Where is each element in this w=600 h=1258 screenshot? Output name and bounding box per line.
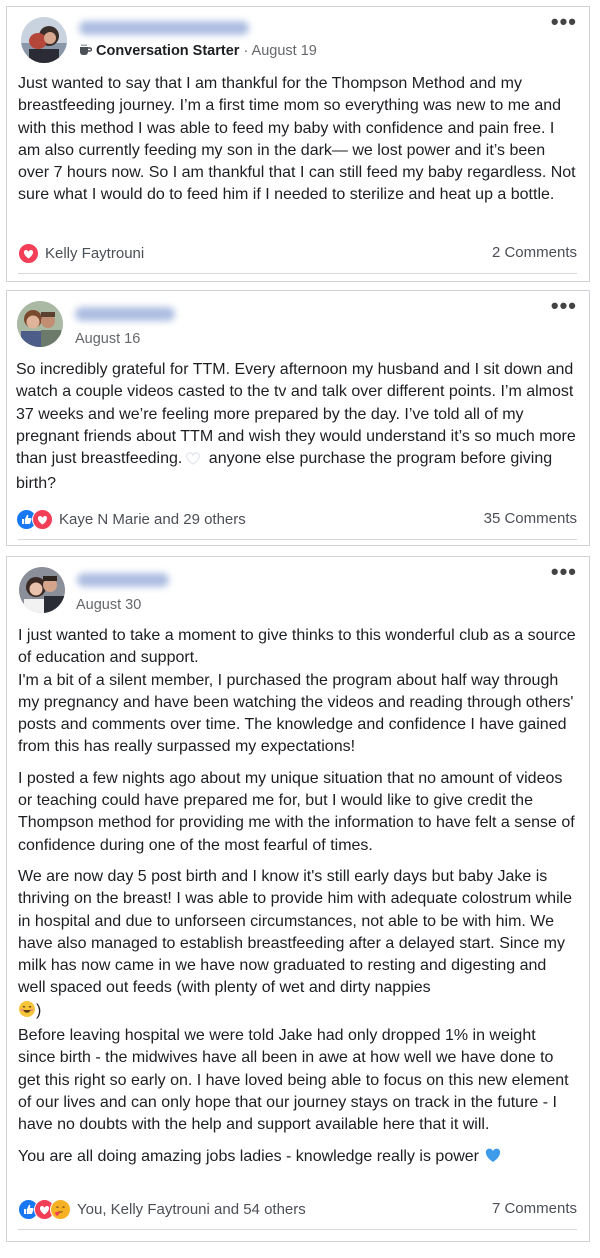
author-name-blurred[interactable] <box>75 307 175 321</box>
post-date[interactable]: August 16 <box>75 331 140 347</box>
reaction-summary[interactable]: Kelly Faytrouni <box>18 241 144 265</box>
comments-count[interactable]: 7 Comments <box>492 1197 577 1221</box>
paragraph-text: We are now day 5 post birth and I know i… <box>18 867 573 997</box>
divider <box>18 273 577 274</box>
post-footer: Kelly Faytrouni 2 Comments <box>18 241 577 265</box>
post-body: So incredibly grateful for TTM. Every af… <box>16 359 577 496</box>
more-options-icon[interactable]: ••• <box>551 561 577 583</box>
divider <box>18 539 577 540</box>
blue-heart-icon <box>483 1146 503 1171</box>
post-card: ••• August 16 So incredibly grateful for… <box>6 290 590 546</box>
post-paragraph: I posted a few nights ago about my uniqu… <box>18 769 575 854</box>
avatar[interactable] <box>21 17 67 63</box>
comments-count[interactable]: 35 Comments <box>484 507 577 531</box>
post-footer: Kaye N Marie and 29 others 35 Comments <box>16 507 577 531</box>
post-body: Just wanted to say that I am thankful fo… <box>18 73 577 207</box>
love-reaction-icon <box>18 242 39 264</box>
post-meta: August 30 <box>76 597 141 613</box>
post-footer: You, Kelly Faytrouni and 54 others 7 Com… <box>18 1197 577 1221</box>
reactors-text[interactable]: Kaye N Marie and 29 others <box>59 511 246 528</box>
coffee-cup-icon <box>80 44 92 55</box>
post-card: ••• August 30 I just wanted to take a mo… <box>6 556 590 1242</box>
smiling-face-icon <box>18 1000 36 1025</box>
post-body: I just wanted to take a moment to give t… <box>18 625 577 1171</box>
more-options-icon[interactable]: ••• <box>551 295 577 317</box>
post-text: Just wanted to say that I am thankful fo… <box>18 75 576 204</box>
post-date[interactable]: August 19 <box>252 43 317 59</box>
post-paragraph: You are all doing amazing jobs ladies - … <box>18 1146 577 1171</box>
post-paragraph: We are now day 5 post birth and I know i… <box>18 866 577 1025</box>
post-meta: Conversation Starter · August 19 <box>79 43 317 59</box>
post-date[interactable]: August 30 <box>76 597 141 613</box>
avatar[interactable] <box>17 301 63 347</box>
badge-label: Conversation Starter <box>96 43 240 59</box>
post-text: So incredibly grateful for TTM. Every af… <box>16 359 577 496</box>
more-options-icon[interactable]: ••• <box>551 11 577 33</box>
reaction-summary[interactable]: Kaye N Marie and 29 others <box>16 507 246 531</box>
comments-count[interactable]: 2 Comments <box>492 241 577 265</box>
post-paragraph: I just wanted to take a moment to give t… <box>18 627 576 667</box>
reactors-text[interactable]: Kelly Faytrouni <box>45 245 144 262</box>
reactors-text[interactable]: You, Kelly Faytrouni and 54 others <box>77 1201 306 1218</box>
love-reaction-icon <box>32 508 53 530</box>
paragraph-text: ) <box>36 1001 42 1019</box>
avatar[interactable] <box>19 567 65 613</box>
author-name-blurred[interactable] <box>77 573 169 587</box>
author-name-blurred[interactable] <box>79 21 249 35</box>
white-heart-icon <box>182 450 204 473</box>
post-paragraph: Before leaving hospital we were told Jak… <box>18 1027 569 1134</box>
post-card: ••• Conversation Starter · August 19 Jus… <box>6 6 590 282</box>
care-reaction-icon <box>50 1198 71 1220</box>
post-meta: August 16 <box>75 331 140 347</box>
divider <box>18 1229 577 1230</box>
paragraph-text: You are all doing amazing jobs ladies - … <box>18 1147 480 1165</box>
reaction-summary[interactable]: You, Kelly Faytrouni and 54 others <box>18 1197 306 1221</box>
post-paragraph: I'm a bit of a silent member, I purchase… <box>18 671 574 756</box>
